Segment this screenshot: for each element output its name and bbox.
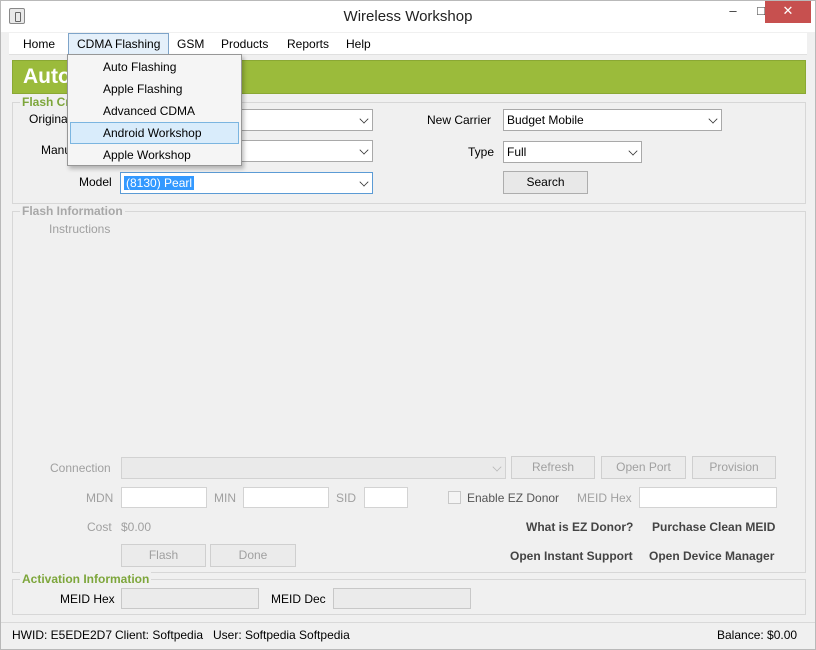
model-selected-value: (8130) Pearl bbox=[124, 176, 195, 190]
dropdown-item-apple-workshop[interactable]: Apple Workshop bbox=[70, 144, 239, 166]
connection-select[interactable] bbox=[121, 457, 506, 479]
new-carrier-select[interactable]: Budget Mobile bbox=[503, 109, 722, 131]
title-bar[interactable]: Wireless Workshop – □ ✕ bbox=[1, 1, 815, 32]
new-carrier-value: Budget Mobile bbox=[507, 113, 584, 127]
chevron-down-icon bbox=[492, 462, 502, 472]
ez-donor-checkbox[interactable] bbox=[448, 491, 461, 504]
chevron-down-icon bbox=[628, 146, 638, 156]
model-label: Model bbox=[79, 175, 112, 189]
flash-criteria-label: Flash Cr bbox=[20, 95, 73, 109]
meid-hex-label: MEID Hex bbox=[577, 491, 632, 505]
flash-information-group bbox=[12, 211, 806, 573]
dropdown-item-android-workshop[interactable]: Android Workshop bbox=[70, 122, 239, 144]
open-device-manager-link[interactable]: Open Device Manager bbox=[649, 549, 774, 563]
what-is-ez-donor-link[interactable]: What is EZ Donor? bbox=[526, 520, 633, 534]
chevron-down-icon bbox=[359, 177, 369, 187]
type-label: Type bbox=[468, 145, 495, 159]
window-title: Wireless Workshop bbox=[343, 8, 473, 25]
mdn-field[interactable] bbox=[121, 487, 207, 508]
menu-reports[interactable]: Reports bbox=[279, 33, 337, 55]
menu-products[interactable]: Products bbox=[213, 33, 276, 55]
activation-meid-dec-label: MEID Dec bbox=[271, 592, 326, 606]
dropdown-item-apple-flashing[interactable]: Apple Flashing bbox=[70, 78, 239, 100]
user-text: User: Softpedia Softpedia bbox=[213, 628, 350, 642]
search-button[interactable]: Search bbox=[503, 171, 588, 194]
min-label: MIN bbox=[214, 491, 236, 505]
flash-information-label: Flash Information bbox=[20, 204, 125, 218]
menu-cdma-flashing[interactable]: CDMA Flashing bbox=[68, 33, 170, 55]
type-select[interactable]: Full bbox=[503, 141, 642, 163]
hwid-text: HWID: E5EDE2D7 bbox=[12, 628, 113, 642]
cost-value: $0.00 bbox=[121, 520, 152, 534]
provision-button[interactable]: Provision bbox=[692, 456, 776, 479]
banner-title: Auto bbox=[23, 65, 71, 88]
menu-gsm[interactable]: GSM bbox=[169, 33, 212, 55]
new-carrier-label: New Carrier bbox=[427, 113, 492, 127]
flash-button[interactable]: Flash bbox=[121, 544, 206, 567]
sid-field[interactable] bbox=[364, 487, 408, 508]
activation-meid-dec-field[interactable] bbox=[333, 588, 471, 609]
mdn-label: MDN bbox=[86, 491, 114, 505]
dropdown-item-auto-flashing[interactable]: Auto Flashing bbox=[70, 56, 239, 78]
model-select[interactable]: (8130) Pearl bbox=[120, 172, 373, 194]
chevron-down-icon bbox=[708, 114, 718, 124]
open-port-button[interactable]: Open Port bbox=[601, 456, 686, 479]
connection-label: Connection bbox=[50, 461, 111, 475]
activation-information-label: Activation Information bbox=[20, 572, 152, 586]
activation-meid-hex-label: MEID Hex bbox=[60, 592, 115, 606]
refresh-button[interactable]: Refresh bbox=[511, 456, 595, 479]
type-value: Full bbox=[507, 145, 527, 159]
min-field[interactable] bbox=[243, 487, 329, 508]
purchase-clean-meid-link[interactable]: Purchase Clean MEID bbox=[652, 520, 775, 534]
status-bar: HWID: E5EDE2D7 Client: Softpedia User: S… bbox=[1, 622, 815, 649]
meid-hex-field[interactable] bbox=[639, 487, 777, 508]
close-button[interactable]: ✕ bbox=[765, 1, 811, 23]
dropdown-item-advanced-cdma[interactable]: Advanced CDMA bbox=[70, 100, 239, 122]
activation-meid-hex-field[interactable] bbox=[121, 588, 259, 609]
balance-text: Balance: $0.00 bbox=[717, 628, 798, 642]
ez-donor-label: Enable EZ Donor bbox=[467, 491, 560, 505]
sid-label: SID bbox=[336, 491, 357, 505]
menu-bar: Home CDMA Flashing GSM Products Reports … bbox=[9, 33, 807, 55]
cdma-flashing-dropdown: Auto Flashing Apple Flashing Advanced CD… bbox=[67, 54, 242, 166]
client-text: Client: Softpedia bbox=[115, 628, 204, 642]
chevron-down-icon bbox=[359, 145, 369, 155]
open-instant-support-link[interactable]: Open Instant Support bbox=[510, 549, 633, 563]
menu-home[interactable]: Home bbox=[15, 33, 63, 55]
instructions-text: Instructions bbox=[49, 222, 111, 236]
done-button[interactable]: Done bbox=[210, 544, 296, 567]
cost-label: Cost bbox=[87, 520, 112, 534]
app-window: Wireless Workshop – □ ✕ Home CDMA Flashi… bbox=[0, 0, 816, 650]
original-carrier-label: Origina bbox=[29, 112, 68, 126]
chevron-down-icon bbox=[359, 114, 369, 124]
minimize-button[interactable]: – bbox=[719, 1, 747, 23]
menu-help[interactable]: Help bbox=[338, 33, 379, 55]
